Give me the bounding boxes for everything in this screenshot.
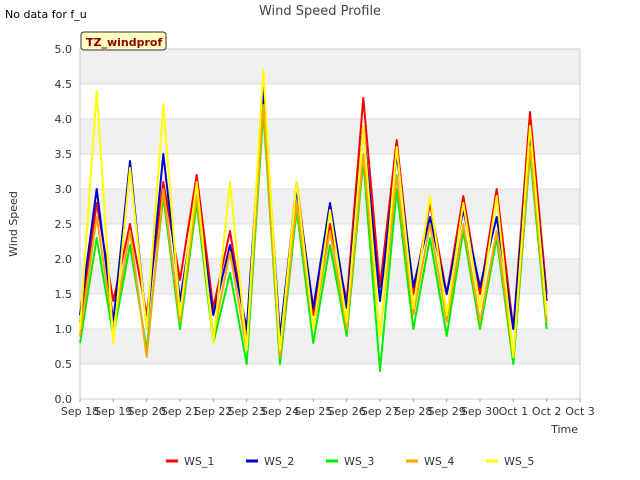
x-axis: Sep 18Sep 19Sep 20Sep 21Sep 22Sep 23Sep … [61,399,595,418]
y-tick-label: 5.0 [55,43,73,56]
background-band [80,119,580,154]
y-tick-label: 3.0 [55,183,73,196]
y-axis: 0.00.51.01.52.02.53.03.54.04.55.0 [55,43,73,406]
legend: WS_1 WS_2 WS_3 WS_4 WS_5 [166,455,534,468]
site-badge: TZ_windprof [80,31,167,51]
y-tick-label: 4.5 [55,78,73,91]
x-tick-label: Oct 2 [532,405,562,418]
wind-speed-chart: No data for f_u Wind Speed Profile 0.00.… [5,4,595,468]
x-tick-label: Oct 3 [565,405,595,418]
legend-label: WS_4 [424,455,454,468]
background-band [80,49,580,84]
y-tick-label: 4.0 [55,113,73,126]
legend-label: WS_2 [264,455,294,468]
background-band [80,329,580,364]
y-tick-label: 0.5 [55,358,73,371]
y-tick-label: 2.5 [55,218,73,231]
x-tick-label: Oct 1 [499,405,529,418]
y-tick-label: 1.5 [55,288,73,301]
y-tick-label: 2.0 [55,253,73,266]
x-axis-title: Time [550,423,578,436]
chart-title: Wind Speed Profile [259,4,381,19]
x-tick-label: Sep 30 [461,405,499,418]
legend-label: WS_5 [504,455,534,468]
y-tick-label: 3.5 [55,148,73,161]
site-badge-label: TZ_windprof [86,36,162,49]
no-data-note: No data for f_u [5,8,87,21]
legend-label: WS_1 [184,455,214,468]
y-tick-label: 1.0 [55,323,73,336]
legend-label: WS_3 [344,455,374,468]
y-axis-title: Wind Speed [7,191,20,257]
